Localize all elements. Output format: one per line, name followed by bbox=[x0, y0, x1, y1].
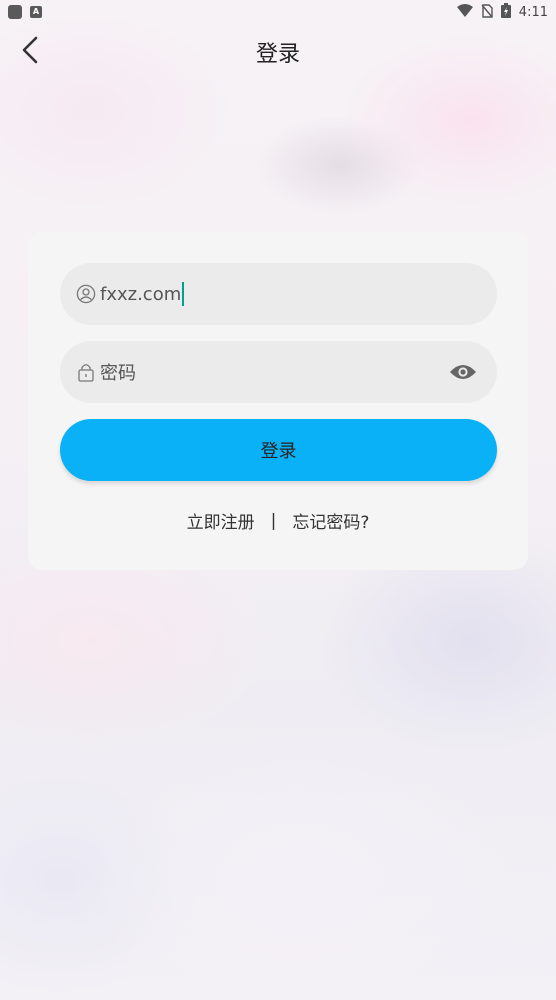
password-input[interactable]: 密码 bbox=[100, 359, 136, 385]
username-value: fxxz.com bbox=[100, 283, 182, 305]
app-icon bbox=[8, 5, 22, 19]
wifi-icon bbox=[456, 3, 473, 22]
password-field[interactable]: 密码 bbox=[60, 341, 497, 403]
username-input[interactable]: fxxz.com bbox=[100, 282, 185, 306]
forgot-password-link[interactable]: 忘记密码? bbox=[292, 508, 369, 533]
username-field[interactable]: fxxz.com bbox=[60, 263, 497, 325]
a-icon: A bbox=[30, 6, 42, 18]
battery-icon bbox=[500, 2, 511, 22]
lock-icon bbox=[76, 362, 96, 382]
page-title: 登录 bbox=[255, 42, 300, 67]
register-link[interactable]: 立即注册 bbox=[187, 508, 255, 533]
text-caret bbox=[182, 282, 185, 306]
header: 登录 bbox=[0, 24, 556, 80]
eye-icon[interactable] bbox=[449, 359, 477, 385]
link-separator: | bbox=[270, 510, 277, 531]
login-card: fxxz.com 密码 登录 立即注册 | 忘记密码? bbox=[28, 232, 528, 570]
auth-links: 立即注册 | 忘记密码? bbox=[28, 508, 528, 534]
login-button[interactable]: 登录 bbox=[60, 419, 497, 481]
user-icon bbox=[76, 284, 96, 304]
status-time: 4:11 bbox=[518, 4, 548, 20]
no-sim-icon bbox=[481, 3, 493, 22]
status-bar: A 4:11 bbox=[0, 0, 556, 24]
